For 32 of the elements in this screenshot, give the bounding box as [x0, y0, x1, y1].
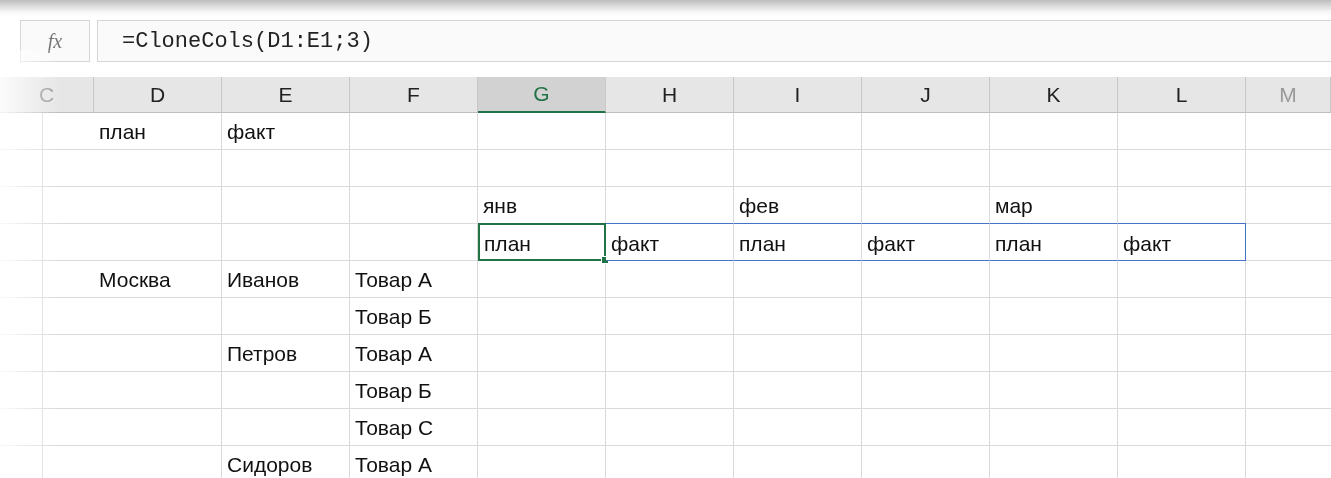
column-header[interactable]: J [862, 77, 990, 113]
table-cell[interactable]: янв [478, 187, 606, 224]
table-cell[interactable]: Иванов [222, 261, 350, 298]
table-cell[interactable]: план [94, 113, 222, 150]
column-header[interactable]: D [94, 77, 222, 113]
column-header[interactable]: L [1118, 77, 1246, 113]
column-header[interactable]: H [606, 77, 734, 113]
table-cell[interactable]: план [990, 223, 1118, 261]
table-cell[interactable]: Товар А [350, 261, 478, 298]
table-cell[interactable]: план [734, 223, 862, 261]
column-header[interactable]: F [350, 77, 478, 113]
insert-function-button[interactable]: fx [20, 20, 90, 62]
table-cell[interactable]: Товар А [350, 335, 478, 372]
table-cell[interactable]: Товар А [350, 446, 478, 478]
table-cell[interactable]: факт [222, 113, 350, 150]
table-cell[interactable]: Петров [222, 335, 350, 372]
table-cell[interactable]: Москва [94, 261, 222, 298]
formula-field[interactable]: =CloneCols(D1:E1;3) [97, 20, 1331, 62]
table-cell[interactable]: Товар С [350, 409, 478, 446]
table-cell[interactable]: план [478, 223, 606, 261]
table-cell[interactable]: мар [990, 187, 1118, 224]
table-cell[interactable]: Сидоров [222, 446, 350, 478]
column-header[interactable]: I [734, 77, 862, 113]
table-cell[interactable]: фев [734, 187, 862, 224]
table-cell[interactable]: факт [606, 223, 734, 261]
column-header[interactable]: G [478, 77, 606, 113]
table-cell[interactable]: факт [1118, 223, 1246, 261]
column-header[interactable]: E [222, 77, 350, 113]
table-cell[interactable]: Товар Б [350, 298, 478, 335]
column-header[interactable]: K [990, 77, 1118, 113]
table-cell[interactable]: Товар Б [350, 372, 478, 409]
table-cell[interactable]: факт [862, 223, 990, 261]
